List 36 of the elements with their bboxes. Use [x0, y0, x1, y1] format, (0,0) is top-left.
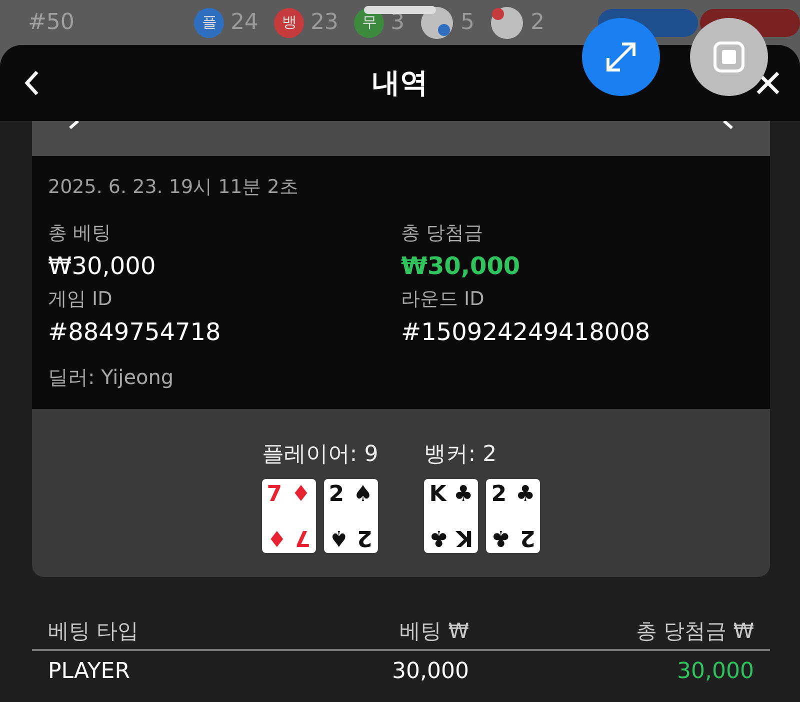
field-label: 게임 ID [48, 287, 114, 312]
bead-icon [490, 6, 524, 40]
column-header: 베팅 ₩ [398, 618, 469, 645]
field-value: #8849754718 [48, 318, 222, 346]
round-number: #50 [28, 10, 74, 35]
tally-count: 5 [460, 10, 474, 35]
playing-card: K ♣ ♣ K [424, 479, 478, 553]
field-value: ₩30,000 [48, 252, 157, 280]
tally-badge: 뱅 [274, 8, 304, 38]
round-date: 2025. 6. 23. 19시 11분 2초 [48, 175, 300, 200]
field-value: #150924249418008 [401, 318, 652, 346]
dealer-name: 딜러: Yijeong [48, 364, 175, 391]
field-value: ₩30,000 [401, 252, 522, 280]
hand-score: 뱅커: 2 [424, 441, 497, 469]
table-cell-text: 30,000 [391, 658, 469, 684]
tally-count: 24 [230, 10, 258, 35]
tally-badge: 플 [194, 8, 224, 38]
playing-card: 2 ♣ ♣ 2 [486, 479, 540, 553]
back-icon[interactable] [24, 70, 40, 96]
field-label: 총 당첨금 [401, 221, 484, 246]
window-icon [712, 40, 746, 74]
sheet-title: 내역 [372, 65, 428, 101]
tally-count: 2 [530, 10, 544, 35]
column-header: 베팅 타입 [48, 618, 140, 645]
field-label: 라운드 ID [401, 287, 486, 312]
table-cell-text: 30,000 [676, 658, 754, 684]
column-header: 총 당첨금 ₩ [634, 618, 754, 645]
playing-card: 7 ♦ ♦ 7 [262, 479, 316, 553]
expand-icon [604, 40, 638, 74]
table-cell-text: PLAYER [48, 658, 131, 684]
tally-count: 23 [310, 10, 338, 35]
hand-score: 플레이어: 9 [262, 441, 378, 469]
close-icon[interactable] [756, 71, 780, 95]
drag-handle[interactable] [364, 6, 436, 14]
playing-card: 2 ♠ ♠ 2 [324, 479, 378, 553]
field-label: 총 베팅 [48, 221, 112, 246]
